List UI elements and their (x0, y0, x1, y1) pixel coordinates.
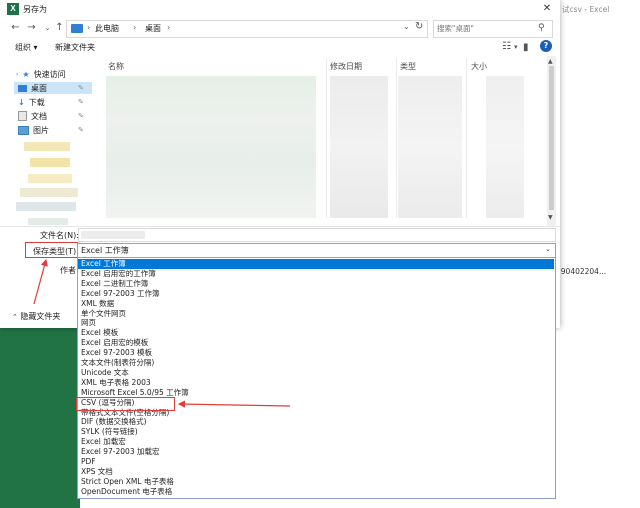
annotation-arrow (33, 258, 48, 305)
annotation-arrows (33, 258, 291, 408)
annotation-arrow (177, 400, 291, 408)
